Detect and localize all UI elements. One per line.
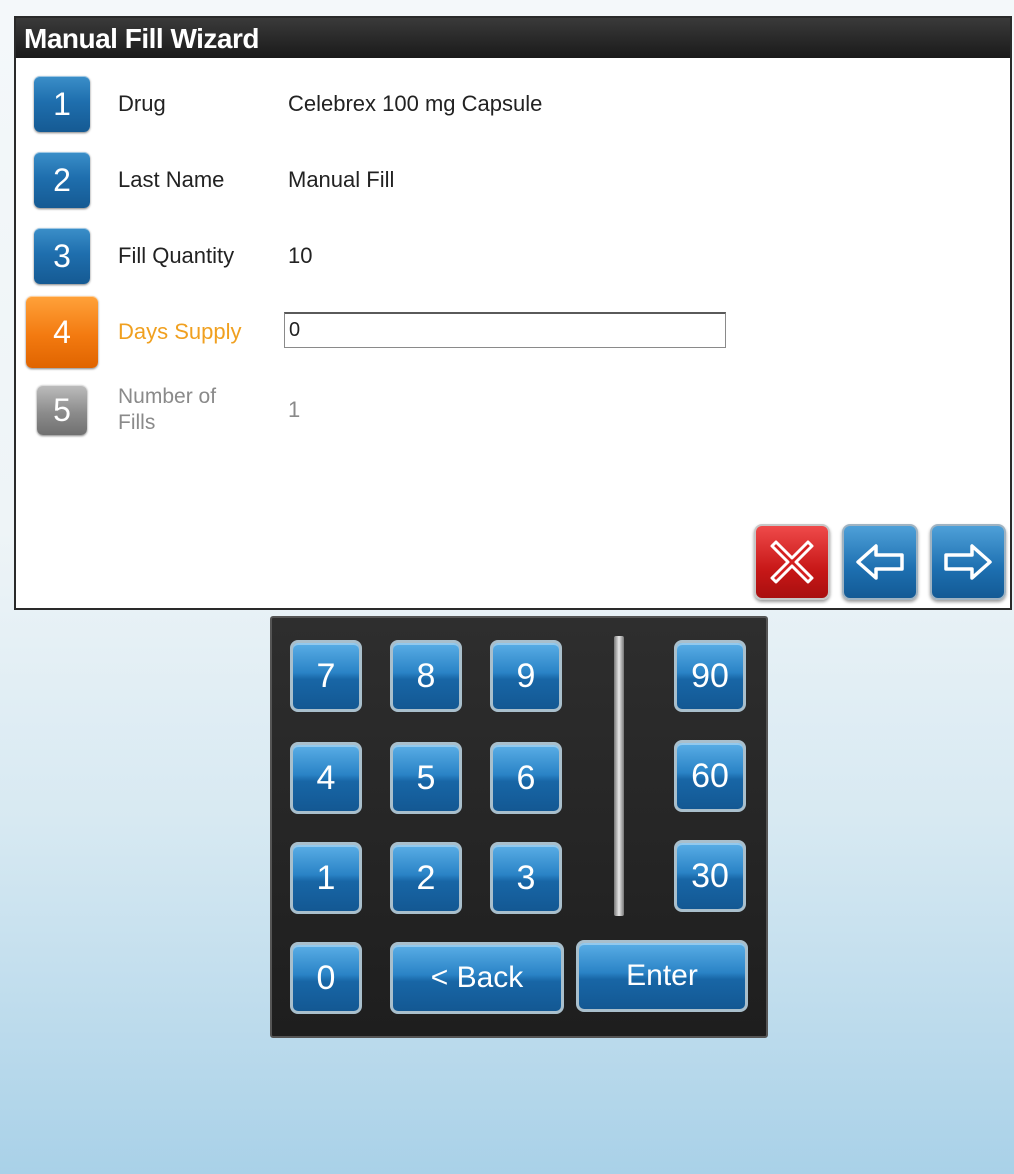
arrow-right-icon	[944, 544, 992, 580]
step-5-badge: 5	[37, 385, 87, 435]
key-3[interactable]: 3	[490, 842, 562, 914]
step-value-fill-quantity: 10	[288, 243, 313, 268]
key-5[interactable]: 5	[390, 742, 462, 814]
key-0[interactable]: 0	[290, 942, 362, 1014]
step-1-badge[interactable]: 1	[34, 76, 90, 132]
cancel-button[interactable]	[754, 524, 830, 600]
step-2-badge[interactable]: 2	[34, 152, 90, 208]
preset-90-button[interactable]: 90	[674, 640, 746, 712]
step-value-drug: Celebrex 100 mg Capsule	[288, 91, 543, 116]
key-1[interactable]: 1	[290, 842, 362, 914]
key-7[interactable]: 7	[290, 640, 362, 712]
step-label-last-name: Last Name	[118, 167, 225, 192]
arrow-left-icon	[856, 544, 904, 580]
numeric-keypad: 7 8 9 4 5 6 1 2 3 90 60 30 0 < Back Ente…	[270, 616, 768, 1038]
step-last-name[interactable]: 2 Last Name Manual Fill	[34, 152, 934, 212]
step-label-drug: Drug	[118, 91, 166, 116]
step-value-last-name: Manual Fill	[288, 167, 395, 192]
key-8[interactable]: 8	[390, 640, 462, 712]
keypad-divider	[614, 636, 624, 916]
key-2[interactable]: 2	[390, 842, 462, 914]
key-6[interactable]: 6	[490, 742, 562, 814]
preset-30-button[interactable]: 30	[674, 840, 746, 912]
step-fill-quantity[interactable]: 3 Fill Quantity 10	[34, 228, 934, 288]
step-days-supply[interactable]: 4 Days Supply	[26, 296, 934, 368]
step-3-badge[interactable]: 3	[34, 228, 90, 284]
key-4[interactable]: 4	[290, 742, 362, 814]
preset-60-button[interactable]: 60	[674, 740, 746, 812]
key-9[interactable]: 9	[490, 640, 562, 712]
close-x-icon	[770, 540, 814, 584]
step-label-fill-quantity: Fill Quantity	[118, 243, 235, 268]
keypad-back-button[interactable]: < Back	[390, 942, 564, 1014]
wizard-title: Manual Fill Wizard	[16, 18, 1010, 58]
next-button[interactable]	[930, 524, 1006, 600]
step-drug[interactable]: 1 Drug Celebrex 100 mg Capsule	[34, 76, 934, 136]
step-value-number-of-fills: 1	[288, 397, 301, 422]
step-4-badge[interactable]: 4	[26, 296, 98, 368]
step-label-days-supply: Days Supply	[118, 319, 242, 344]
step-label-number-of-fills: Number of Fills	[118, 385, 217, 434]
keypad-enter-button[interactable]: Enter	[576, 940, 748, 1012]
manual-fill-wizard: Manual Fill Wizard 1 Drug Celebrex 100 m…	[14, 16, 1012, 610]
days-supply-input[interactable]	[284, 312, 726, 348]
back-button[interactable]	[842, 524, 918, 600]
step-number-of-fills: 5 Number of Fills 1	[34, 382, 934, 442]
